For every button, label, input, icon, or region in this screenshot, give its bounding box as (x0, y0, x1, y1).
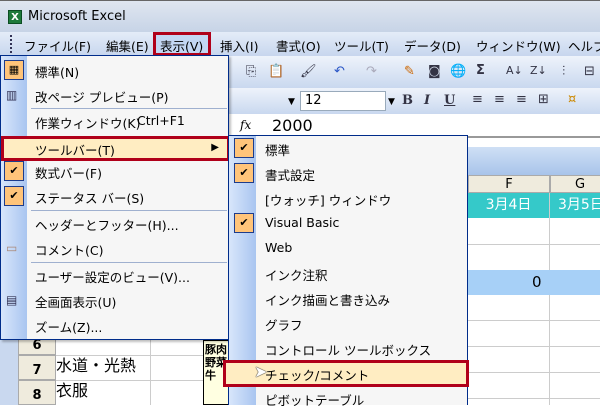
submenu-item-ink-annotations[interactable]: インク注釈 (229, 261, 467, 286)
menu-item-page-break-preview[interactable]: ▥ 改ページ プレビュー(P) (1, 83, 228, 108)
align-center-icon[interactable]: ≡ (494, 92, 505, 107)
row-header-8[interactable]: 8 (18, 380, 56, 405)
total-value: 0 (532, 273, 542, 291)
check-icon: ✔ (234, 138, 254, 158)
menu-format[interactable]: 書式(O) (276, 36, 321, 55)
column-header-f[interactable]: F (468, 175, 550, 193)
column-header-g[interactable]: G (550, 175, 600, 193)
submenu-item-standard[interactable]: ✔ 標準 (229, 136, 467, 161)
redo-icon[interactable]: ↷ (366, 64, 377, 79)
comment-line: 豚肉 (205, 343, 227, 356)
menu-grip-icon[interactable] (10, 35, 12, 53)
submenu-item-chart[interactable]: グラフ (229, 311, 467, 336)
font-size-dropdown-arrow-icon[interactable]: ▼ (388, 97, 395, 107)
sort-descending-icon[interactable]: Z↓ (530, 64, 547, 77)
bold-button[interactable]: B (402, 93, 413, 108)
page-break-icon: ▥ (6, 88, 18, 102)
drawing-icon[interactable]: ✎ (404, 64, 415, 79)
toolbars-submenu: ✔ 標準 ✔ 書式設定 [ウォッチ] ウィンドウ ✔ Visual Basic … (223, 135, 469, 408)
underline-button[interactable]: U (444, 93, 455, 108)
sort-ascending-icon[interactable]: A↓ (506, 64, 523, 77)
comment-icon: ▭ (6, 241, 18, 255)
menu-item-task-pane[interactable]: 作業ウィンドウ(K) Ctrl+F1 (1, 109, 228, 134)
formula-input[interactable]: 2000 (272, 116, 313, 135)
grid-line (56, 355, 203, 356)
mouse-cursor-icon: ➤ (254, 362, 268, 381)
autosum-icon[interactable]: Σ (476, 63, 485, 78)
italic-button[interactable]: I (424, 93, 430, 108)
menu-item-formula-bar[interactable]: ✔ 数式バー(F) (1, 159, 228, 184)
hyperlink-icon[interactable]: 🌐 (450, 64, 466, 79)
currency-icon[interactable]: ¤ (568, 92, 576, 107)
toolbar-button-icon[interactable]: ⫶ (562, 64, 565, 79)
sheet-left-border (0, 330, 18, 405)
copy-icon[interactable]: ⎘ (246, 64, 256, 79)
grid-line (549, 193, 550, 405)
submenu-item-formatting[interactable]: ✔ 書式設定 (229, 161, 467, 186)
submenu-item-pivot-table[interactable]: ピボットテーブル (229, 386, 467, 411)
submenu-item-ink-drawing[interactable]: インク描画と書き込み (229, 286, 467, 311)
date-cell-f[interactable]: 3月4日 (468, 193, 550, 218)
format-painter-icon[interactable]: 🖌 (300, 64, 317, 79)
font-dropdown-arrow-icon[interactable]: ▼ (288, 97, 295, 107)
submenu-item-watch-window[interactable]: [ウォッチ] ウィンドウ (229, 186, 467, 211)
align-left-icon[interactable]: ≡ (472, 92, 483, 107)
grid-line (56, 380, 203, 381)
merge-center-icon[interactable]: ⊞ (538, 92, 549, 107)
window-title: Microsoft Excel (28, 9, 126, 24)
full-screen-icon: ▤ (6, 293, 18, 307)
shortcut: Ctrl+F1 (137, 113, 185, 128)
menu-item-status-bar[interactable]: ✔ ステータス バー(S) (1, 184, 228, 209)
date-cell-g[interactable]: 3月5日 (550, 193, 600, 218)
menu-item-normal[interactable]: ▦ 標準(N) (1, 58, 228, 83)
menu-help[interactable]: ヘルプ (568, 36, 600, 55)
submenu-item-visual-basic[interactable]: ✔ Visual Basic (229, 211, 467, 236)
font-size-select[interactable]: 12 (300, 91, 386, 111)
grid-line (150, 330, 151, 405)
check-icon: ✔ (4, 161, 24, 181)
submenu-item-control-toolbox[interactable]: コントロール ツールボックス (229, 336, 467, 361)
submenu-arrow-icon: ▶ (211, 142, 219, 153)
row-header-7[interactable]: 7 (18, 355, 56, 380)
undo-icon[interactable]: ↶ (334, 64, 345, 79)
fx-icon[interactable]: fx (240, 118, 251, 132)
menu-data[interactable]: データ(D) (404, 36, 461, 55)
menu-edit[interactable]: 編集(E) (106, 36, 149, 55)
menu-tools[interactable]: ツール(T) (334, 36, 389, 55)
menu-item-header-footer[interactable]: ヘッダーとフッター(H)... (1, 211, 228, 236)
menu-item-zoom[interactable]: ズーム(Z)... (1, 313, 228, 338)
menu-window[interactable]: ウィンドウ(W) (476, 36, 561, 55)
align-right-icon[interactable]: ≡ (516, 92, 527, 107)
camera-icon[interactable]: ◙ (428, 64, 441, 79)
paste-icon[interactable]: 📋 (268, 64, 284, 79)
excel-icon: X (8, 10, 22, 24)
check-icon: ✔ (234, 163, 254, 183)
menu-insert[interactable]: 挿入(I) (220, 36, 258, 55)
menu-item-comments[interactable]: ▭ コメント(C) (1, 236, 228, 261)
toolbar-button-icon-2[interactable]: ⊟ (584, 64, 595, 79)
check-icon: ✔ (4, 186, 24, 206)
check-icon: ✔ (234, 213, 254, 233)
menu-view[interactable]: 表示(V) (160, 36, 203, 55)
menu-item-full-screen[interactable]: ▤ 全画面表示(U) (1, 288, 228, 313)
view-menu: ▦ 標準(N) ▥ 改ページ プレビュー(P) 作業ウィンドウ(K) Ctrl+… (0, 55, 230, 340)
menu-item-custom-views[interactable]: ユーザー設定のビュー(V)... (1, 263, 228, 288)
menu-item-toolbars[interactable]: ツールバー(T) ▶ (1, 136, 230, 161)
menu-file[interactable]: ファイル(F) (24, 36, 91, 55)
normal-view-icon: ▦ (4, 60, 24, 80)
submenu-item-reviewing[interactable]: チェック/コメント ➤ (223, 360, 469, 387)
submenu-item-web[interactable]: Web (229, 236, 467, 261)
